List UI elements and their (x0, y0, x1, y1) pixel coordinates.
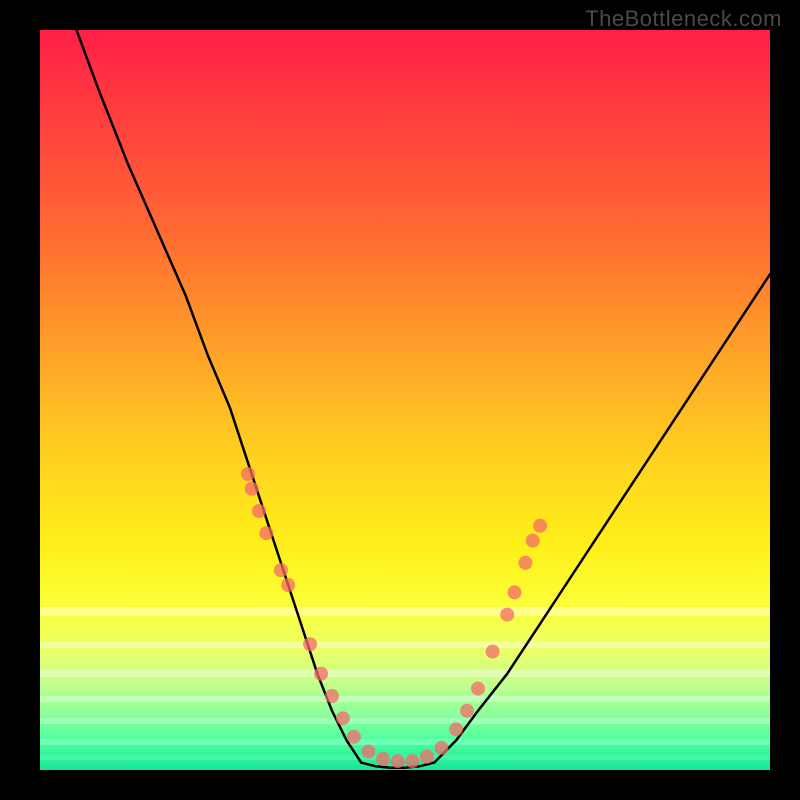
data-point (460, 704, 474, 718)
data-point (405, 754, 419, 768)
curve-layer (40, 30, 770, 770)
data-point (376, 752, 390, 766)
data-point (241, 467, 255, 481)
data-point (449, 722, 463, 736)
curve-paths (77, 30, 771, 768)
data-point (347, 730, 361, 744)
data-point (508, 585, 522, 599)
data-point (435, 741, 449, 755)
data-point (420, 750, 434, 764)
scatter-dots (241, 467, 547, 768)
data-point (303, 637, 317, 651)
chart-frame: TheBottleneck.com (0, 0, 800, 800)
data-point (518, 556, 532, 570)
data-point (471, 682, 485, 696)
data-point (245, 482, 259, 496)
plot-area (40, 30, 770, 770)
curve-segment (77, 30, 362, 763)
watermark-text: TheBottleneck.com (585, 6, 782, 32)
data-point (325, 689, 339, 703)
data-point (314, 667, 328, 681)
data-point (391, 754, 405, 768)
data-point (533, 519, 547, 533)
data-point (526, 534, 540, 548)
data-point (259, 526, 273, 540)
data-point (486, 645, 500, 659)
data-point (336, 711, 350, 725)
data-point (274, 563, 288, 577)
data-point (281, 578, 295, 592)
data-point (500, 608, 514, 622)
data-point (252, 504, 266, 518)
data-point (362, 745, 376, 759)
